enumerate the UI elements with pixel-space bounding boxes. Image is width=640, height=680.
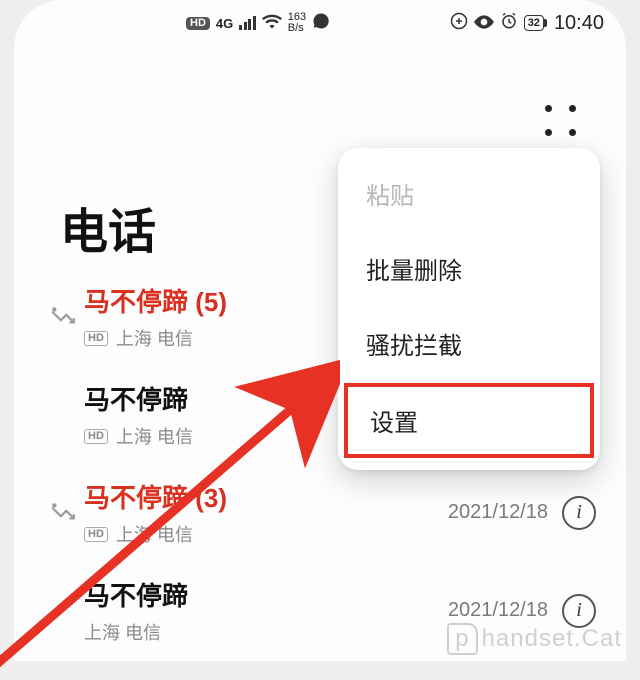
- page-title: 电话: [60, 192, 156, 262]
- watermark: phandset.Cat: [447, 623, 622, 655]
- eye-icon: [474, 13, 494, 34]
- overflow-menu-button[interactable]: [540, 100, 580, 140]
- menu-item-block[interactable]: 骚扰拦截: [338, 306, 600, 381]
- phone-screen: HD 4G 163B/s 32 10:40 电话: [14, 0, 626, 661]
- call-date: 2021/12/18: [448, 599, 548, 622]
- alarm-icon: [500, 12, 518, 35]
- missed-call-icon: [50, 307, 84, 327]
- hd-badge: HD: [84, 527, 108, 542]
- call-location: 上海 电信: [116, 423, 193, 449]
- overflow-menu: 粘贴 批量删除 骚扰拦截 设置: [338, 148, 600, 470]
- status-left: HD 4G 163B/s: [186, 12, 330, 35]
- call-date: 2021/12/18: [448, 501, 548, 524]
- net-speed: 163B/s: [288, 12, 306, 34]
- info-icon[interactable]: i: [562, 496, 596, 530]
- battery-icon: 32: [524, 15, 544, 31]
- missed-call-icon: [50, 503, 84, 523]
- network-gen: 4G: [216, 16, 233, 31]
- call-contact-name: 马不停蹄: [84, 576, 448, 613]
- call-location: 上海 电信: [116, 325, 193, 351]
- call-log-item[interactable]: 马不停蹄 (3) HD 上海 电信 2021/12/18 i: [14, 464, 626, 562]
- menu-item-paste[interactable]: 粘贴: [338, 156, 600, 231]
- wifi-icon: [262, 13, 282, 34]
- message-icon: [312, 12, 330, 35]
- call-location: 上海 电信: [116, 521, 193, 547]
- hd-icon: HD: [186, 17, 210, 30]
- status-bar: HD 4G 163B/s 32 10:40: [14, 0, 626, 46]
- hd-badge: HD: [84, 331, 108, 346]
- hd-badge: HD: [84, 429, 108, 444]
- signal-icon: [239, 16, 256, 30]
- volte-icon: [450, 12, 468, 35]
- menu-item-batch-delete[interactable]: 批量删除: [338, 231, 600, 306]
- menu-item-settings[interactable]: 设置: [344, 383, 594, 458]
- clock: 10:40: [554, 12, 604, 35]
- call-location: 上海 电信: [84, 619, 161, 645]
- call-contact-name: 马不停蹄 (3): [84, 478, 448, 515]
